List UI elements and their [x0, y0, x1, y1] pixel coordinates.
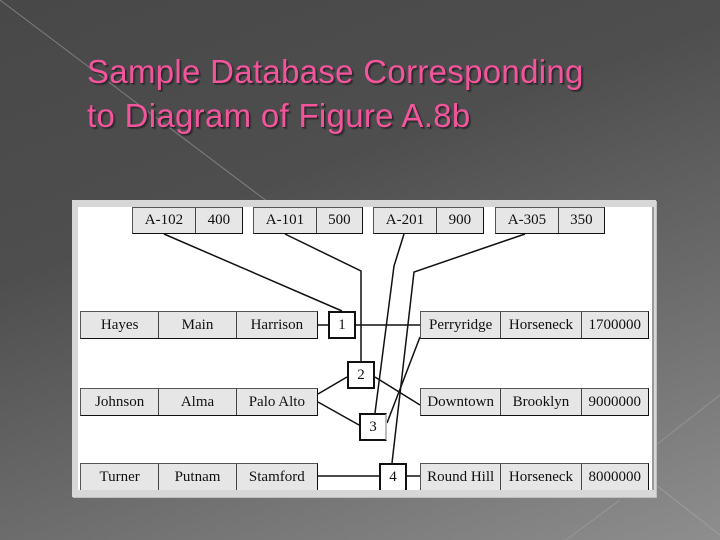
customer-name: Johnson — [81, 389, 160, 415]
customer-city: Harrison — [250, 316, 304, 333]
customer-record: Hayes Main Harrison — [80, 311, 318, 339]
branch-name: Downtown — [421, 389, 502, 415]
branch-assets: 9000000 — [588, 393, 642, 410]
account-number: A-101 — [254, 208, 317, 233]
branch-name: Perryridge — [421, 312, 502, 338]
branch-assets: 1700000 — [588, 316, 642, 333]
branch-city: Horseneck — [501, 312, 582, 338]
customer-name: Turner — [81, 464, 160, 490]
account-record: A-102 400 — [132, 207, 243, 234]
link-line-a101-to-2 — [284, 233, 362, 361]
customer-record: Johnson Alma Palo Alto — [80, 388, 318, 416]
link-box: 4 — [379, 463, 407, 490]
account-balance: 400 — [207, 212, 231, 228]
customer-name: Hayes — [81, 312, 160, 338]
branch-record: Round Hill Horseneck 8000000 — [420, 463, 649, 491]
customer-city: Palo Alto — [248, 393, 305, 410]
branch-name: Round Hill — [421, 464, 502, 490]
link-line-a305-to-4 — [391, 233, 526, 464]
branch-record: Perryridge Horseneck 1700000 — [420, 311, 649, 339]
link-line-2-to-downtown — [374, 376, 421, 406]
connector-lines — [163, 233, 526, 477]
link-line-johnson-to-2 — [317, 376, 348, 395]
account-number: A-305 — [496, 208, 559, 233]
frame-bottom-border — [72, 490, 656, 497]
account-record: A-101 500 — [253, 207, 363, 234]
account-record: A-201 900 — [373, 207, 484, 234]
link-box: 3 — [359, 413, 387, 441]
customer-street: Putnam — [159, 464, 237, 490]
account-number: A-201 — [374, 208, 437, 233]
customer-city: Stamford — [248, 468, 305, 485]
account-balance: 350 — [570, 212, 593, 228]
account-record: A-305 350 — [495, 207, 605, 234]
account-number: A-102 — [133, 208, 196, 233]
branch-city: Brooklyn — [501, 389, 582, 415]
link-line-a102-to-1 — [163, 233, 343, 312]
account-balance: 500 — [328, 212, 351, 228]
customer-record: Turner Putnam Stamford — [80, 463, 318, 491]
link-box: 1 — [328, 311, 356, 339]
link-line-3-to-perryridge — [386, 336, 421, 424]
branch-assets: 8000000 — [588, 468, 642, 485]
customer-street: Main — [159, 312, 237, 338]
link-line-johnson-to-3 — [317, 401, 360, 426]
customer-street: Alma — [159, 389, 237, 415]
branch-city: Horseneck — [501, 464, 582, 490]
branch-record: Downtown Brooklyn 9000000 — [420, 388, 649, 416]
account-balance: 900 — [448, 212, 472, 228]
link-box: 2 — [347, 361, 375, 389]
